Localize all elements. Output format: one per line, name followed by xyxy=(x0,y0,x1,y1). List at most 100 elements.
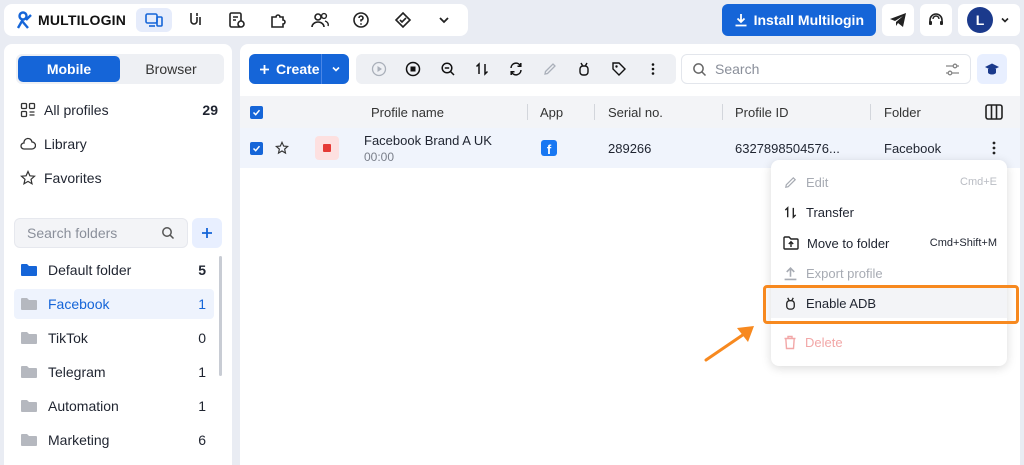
tab-mobile[interactable]: Mobile xyxy=(18,56,120,82)
profile-timer: 00:00 xyxy=(364,149,395,164)
folder-icon xyxy=(21,400,37,412)
folder-count: 5 xyxy=(198,262,206,278)
install-multilogin-button[interactable]: Install Multilogin xyxy=(721,4,876,36)
refresh-icon[interactable] xyxy=(499,57,533,81)
edit-icon xyxy=(785,176,797,188)
account-menu[interactable]: L xyxy=(958,4,1020,36)
folder-facebook[interactable]: Facebook 1 xyxy=(14,289,214,319)
automation-icon[interactable] xyxy=(219,8,254,32)
android-adb-icon[interactable] xyxy=(567,57,601,81)
row-checkbox[interactable] xyxy=(250,128,263,168)
folder-icon xyxy=(21,332,37,344)
folder-icon xyxy=(21,366,37,378)
column-divider xyxy=(870,104,871,120)
menu-item-delete[interactable]: Delete xyxy=(771,327,1007,357)
folder-automation[interactable]: Automation 1 xyxy=(14,391,214,421)
sidebar-item-library[interactable]: Library xyxy=(20,133,218,155)
select-all-checkbox[interactable] xyxy=(250,96,263,128)
columns-settings-icon[interactable] xyxy=(985,96,1003,128)
menu-item-export-profile[interactable]: Export profile xyxy=(771,258,1007,288)
folder-tiktok[interactable]: TikTok 0 xyxy=(14,323,214,353)
referral-icon[interactable] xyxy=(385,8,420,32)
column-profile-id[interactable]: Profile ID xyxy=(735,96,788,128)
folder-count: 6 xyxy=(198,432,206,448)
transfer-icon xyxy=(784,205,797,219)
chevron-down-icon xyxy=(1001,17,1009,23)
trash-icon xyxy=(784,335,796,349)
devices-icon[interactable] xyxy=(136,8,172,32)
menu-item-transfer[interactable]: Transfer xyxy=(771,197,1007,227)
folder-icon xyxy=(21,434,37,446)
folder-icon xyxy=(21,298,37,310)
folder-telegram[interactable]: Telegram 1 xyxy=(14,357,214,387)
column-divider xyxy=(594,104,595,120)
sidebar: Mobile Browser All profiles 29 Library F… xyxy=(4,44,232,465)
sidebar-item-label: Favorites xyxy=(44,170,102,186)
serial-cell: 289266 xyxy=(608,140,652,156)
favorite-star-icon[interactable] xyxy=(275,128,289,168)
tab-browser[interactable]: Browser xyxy=(120,56,222,82)
folder-icon xyxy=(21,264,37,276)
cookie-robot-icon[interactable] xyxy=(178,8,213,32)
folder-label: Telegram xyxy=(48,364,106,380)
profile-count: 29 xyxy=(202,102,218,118)
filter-sliders-icon[interactable] xyxy=(945,62,960,77)
sidebar-item-label: All profiles xyxy=(44,102,109,118)
profile-name: Facebook Brand A UK xyxy=(364,132,492,148)
support-headset-icon[interactable] xyxy=(920,4,952,36)
profile-search-input[interactable]: Search xyxy=(681,54,971,84)
help-icon[interactable] xyxy=(344,8,379,32)
column-folder[interactable]: Folder xyxy=(884,96,921,128)
transfer-icon[interactable] xyxy=(465,57,499,81)
menu-item-edit[interactable]: Edit Cmd+E xyxy=(771,167,1007,197)
folder-label: TikTok xyxy=(48,330,88,346)
team-icon[interactable] xyxy=(302,8,337,32)
multilogin-logo: MULTILOGIN xyxy=(16,11,136,29)
column-profile-name[interactable]: Profile name xyxy=(371,96,444,128)
menu-item-label: Move to folder xyxy=(807,235,890,251)
create-button[interactable]: Create xyxy=(249,54,349,84)
search-placeholder: Search xyxy=(715,61,760,77)
facebook-icon: f xyxy=(541,140,557,156)
sidebar-item-favorites[interactable]: Favorites xyxy=(20,167,218,189)
annotation-arrow-icon xyxy=(704,326,754,362)
chevron-down-icon[interactable] xyxy=(427,8,462,32)
cloud-icon xyxy=(20,137,36,150)
folder-marketing[interactable]: Marketing 6 xyxy=(14,425,214,455)
stop-icon[interactable] xyxy=(396,57,430,81)
add-folder-button[interactable] xyxy=(192,218,222,248)
edit-icon[interactable] xyxy=(533,57,567,81)
folder-search-input[interactable]: Search folders xyxy=(14,218,188,248)
folder-scrollbar[interactable] xyxy=(219,256,222,376)
extensions-icon[interactable] xyxy=(261,8,296,32)
menu-item-move-to-folder[interactable]: Move to folder Cmd+Shift+M xyxy=(771,228,1007,258)
table-header: Profile name App Serial no. Profile ID F… xyxy=(240,96,1020,128)
sidebar-item-all-profiles[interactable]: All profiles 29 xyxy=(20,99,218,121)
menu-item-label: Export profile xyxy=(806,265,883,281)
folder-count: 1 xyxy=(198,364,206,380)
folder-count: 1 xyxy=(198,296,206,312)
menu-shortcut: Cmd+E xyxy=(960,176,997,188)
tag-icon[interactable] xyxy=(602,57,636,81)
stop-profile-button[interactable] xyxy=(315,128,339,168)
zoom-out-icon[interactable] xyxy=(430,57,464,81)
create-main[interactable]: Create xyxy=(249,61,321,77)
folder-count: 1 xyxy=(198,398,206,414)
download-icon xyxy=(735,14,747,27)
brand-name: MULTILOGIN xyxy=(38,12,127,28)
top-actions: Install Multilogin L xyxy=(721,4,1020,36)
create-label: Create xyxy=(276,61,320,77)
folder-default[interactable]: Default folder 5 xyxy=(14,255,214,285)
profile-type-switch: Mobile Browser xyxy=(16,54,224,84)
telegram-icon[interactable] xyxy=(882,4,914,36)
profile-context-menu: Edit Cmd+E Transfer Move to folder Cmd+S… xyxy=(771,160,1007,366)
create-dropdown-button[interactable] xyxy=(322,63,349,75)
column-serial-no[interactable]: Serial no. xyxy=(608,96,663,128)
more-vertical-icon[interactable] xyxy=(636,57,670,81)
start-icon[interactable] xyxy=(362,57,396,81)
column-app[interactable]: App xyxy=(540,96,563,128)
avatar: L xyxy=(967,7,993,33)
academy-button[interactable] xyxy=(977,54,1007,84)
graduation-cap-icon xyxy=(985,63,999,75)
plus-icon xyxy=(202,228,212,238)
